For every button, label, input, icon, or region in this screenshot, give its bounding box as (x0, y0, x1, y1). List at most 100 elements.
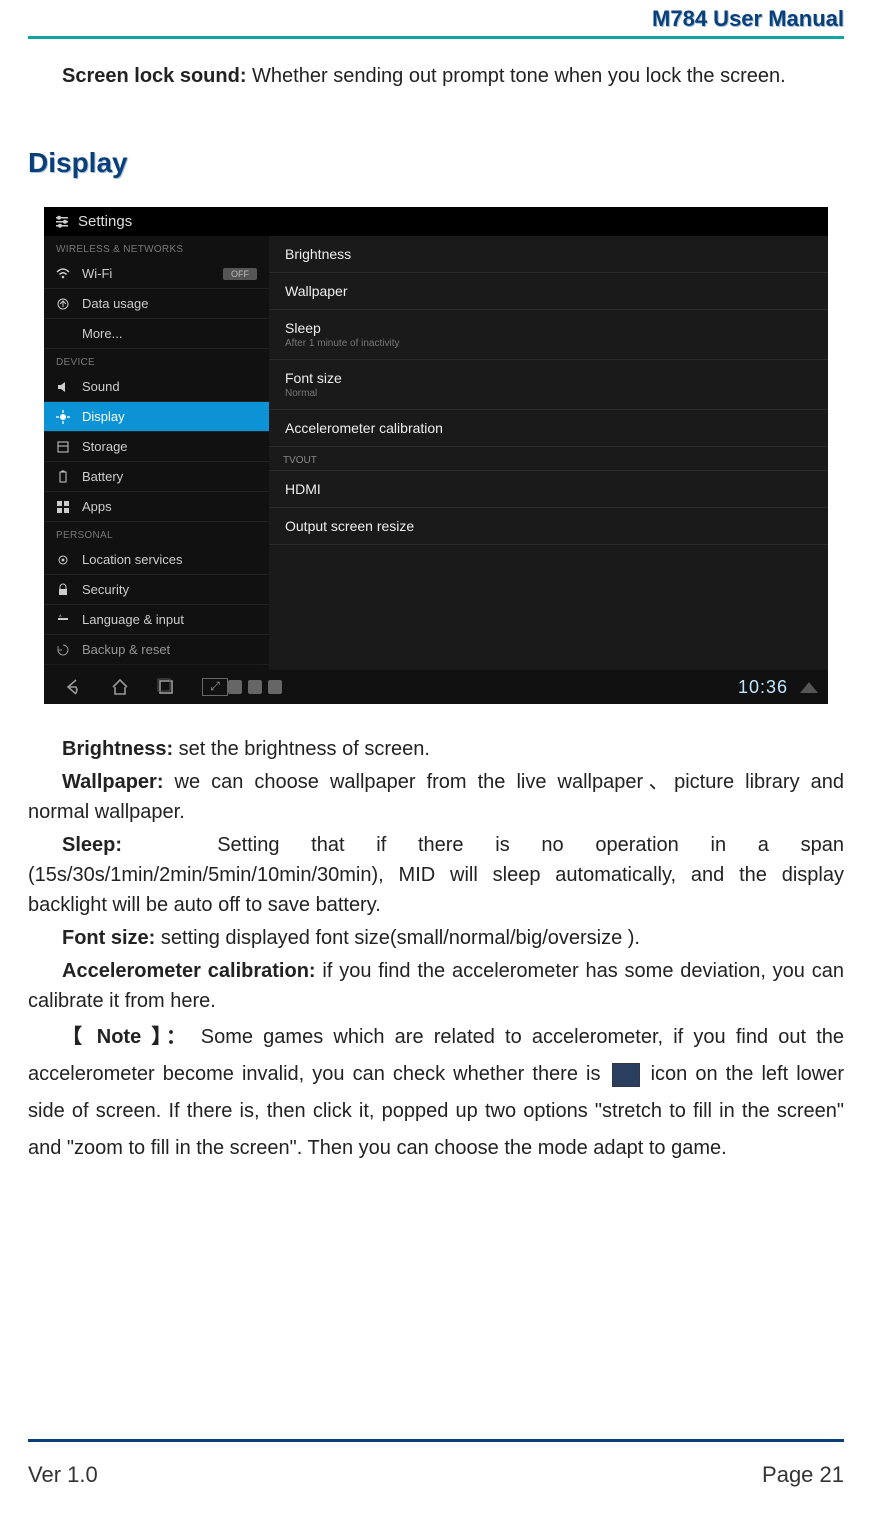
accel-l: Accelerometer calibration: (62, 960, 316, 982)
content-resize[interactable]: Output screen resize (269, 508, 828, 545)
sleep-title: Sleep (285, 320, 812, 336)
language-icon: A (56, 613, 72, 627)
backup-label: Backup & reset (82, 642, 170, 657)
more-label: More... (82, 326, 122, 341)
para-accel: Accelerometer calibration: if you find t… (28, 956, 844, 1016)
accel-title: Accelerometer calibration (285, 420, 812, 436)
lock-icon (56, 583, 72, 597)
language-label: Language & input (82, 612, 184, 627)
wifi-icon (56, 267, 72, 281)
section-wireless: WIRELESS & NETWORKS (44, 236, 269, 259)
storage-label: Storage (82, 439, 128, 454)
data-icon (56, 297, 72, 311)
sidebar-item-wifi[interactable]: Wi-Fi OFF (44, 259, 269, 289)
sleep-sub: After 1 minute of inactivity (285, 338, 812, 349)
content-brightness[interactable]: Brightness (269, 236, 828, 273)
display-heading: Display (28, 147, 844, 179)
data-usage-label: Data usage (82, 296, 149, 311)
screen-lock-text: Whether sending out prompt tone when you… (247, 65, 786, 87)
location-label: Location services (82, 552, 182, 567)
wifi-label: Wi-Fi (82, 266, 112, 281)
para-font: Font size: setting displayed font size(s… (28, 923, 844, 953)
page-footer: Ver 1.0 Page 21 (28, 1462, 844, 1488)
display-label: Display (82, 409, 125, 424)
sidebar-item-language[interactable]: A Language & input (44, 605, 269, 635)
para-brightness: Brightness: set the brightness of screen… (28, 734, 844, 764)
wifi-toggle[interactable]: OFF (223, 268, 257, 280)
home-icon[interactable] (110, 678, 130, 696)
resize-title: Output screen resize (285, 518, 812, 534)
recent-icon[interactable] (156, 678, 176, 696)
signal-icon (800, 682, 818, 693)
sound-label: Sound (82, 379, 120, 394)
display-icon (56, 410, 72, 424)
backup-icon (56, 643, 72, 657)
font-size-sub: Normal (285, 388, 812, 399)
app-title: Settings (78, 213, 132, 230)
settings-sidebar: WIRELESS & NETWORKS Wi-Fi OFF Data usage… (44, 236, 269, 670)
content-accel[interactable]: Accelerometer calibration (269, 410, 828, 447)
section-device: DEVICE (44, 349, 269, 372)
app-bar: Settings (44, 207, 828, 236)
storage-icon (56, 440, 72, 454)
back-icon[interactable] (64, 678, 84, 696)
status-icon-3 (268, 680, 282, 694)
sidebar-item-apps[interactable]: Apps (44, 492, 269, 522)
sidebar-item-display[interactable]: Display (44, 402, 269, 432)
system-bar: ⤢ 10:36 (44, 670, 828, 704)
security-label: Security (82, 582, 129, 597)
hdmi-title: HDMI (285, 481, 812, 497)
version-label: Ver 1.0 (28, 1462, 98, 1488)
sidebar-item-battery[interactable]: Battery (44, 462, 269, 492)
screen-lock-label: Screen lock sound: (62, 65, 247, 87)
settings-content: Brightness Wallpaper Sleep After 1 minut… (269, 236, 828, 670)
sidebar-item-backup[interactable]: Backup & reset (44, 635, 269, 665)
location-icon (56, 553, 72, 567)
font-t: setting displayed font size(small/normal… (155, 927, 640, 949)
para-sleep: Sleep: Setting that if there is no opera… (28, 830, 844, 920)
para-wallpaper: Wallpaper: we can choose wallpaper from … (28, 767, 844, 827)
battery-icon (56, 470, 72, 484)
font-size-title: Font size (285, 370, 812, 386)
battery-label: Battery (82, 469, 123, 484)
sidebar-item-location[interactable]: Location services (44, 545, 269, 575)
header-rule (28, 36, 844, 39)
sidebar-item-security[interactable]: Security (44, 575, 269, 605)
wallpaper-l: Wallpaper: (62, 771, 164, 793)
settings-screenshot: Settings WIRELESS & NETWORKS Wi-Fi OFF D… (44, 207, 828, 704)
sleep-l: Sleep: (62, 834, 122, 856)
status-icon-2 (248, 680, 262, 694)
content-wallpaper[interactable]: Wallpaper (269, 273, 828, 310)
content-tvout-section: TVOUT (269, 447, 828, 471)
sleep-t2: (15s/30s/1min/2min/5min/10min/30min), MI… (28, 864, 844, 916)
svg-text:A: A (59, 613, 62, 618)
page-number: Page 21 (762, 1462, 844, 1488)
footer-rule (28, 1439, 844, 1442)
sidebar-item-sound[interactable]: Sound (44, 372, 269, 402)
brightness-t: set the brightness of screen. (173, 738, 430, 760)
intro-paragraph: Screen lock sound: Whether sending out p… (28, 61, 844, 91)
content-font-size[interactable]: Font size Normal (269, 360, 828, 410)
sliders-icon (54, 214, 70, 230)
font-l: Font size: (62, 927, 155, 949)
brightness-l: Brightness: (62, 738, 173, 760)
para-note: 【 Note 】： Some games which are related t… (28, 1019, 844, 1167)
compat-mode-icon (612, 1063, 640, 1087)
sidebar-item-more[interactable]: More... (44, 319, 269, 349)
doc-header-title: M784 User Manual (28, 0, 844, 36)
section-personal: PERSONAL (44, 522, 269, 545)
sidebar-item-storage[interactable]: Storage (44, 432, 269, 462)
note-l: 【 Note 】： (62, 1026, 191, 1048)
content-sleep[interactable]: Sleep After 1 minute of inactivity (269, 310, 828, 360)
content-hdmi[interactable]: HDMI (269, 471, 828, 508)
screenshot-icon[interactable]: ⤢ (202, 678, 228, 696)
sound-icon (56, 380, 72, 394)
apps-icon (56, 500, 72, 514)
wallpaper-title: Wallpaper (285, 283, 812, 299)
status-icon-1 (228, 680, 242, 694)
brightness-title: Brightness (285, 246, 812, 262)
apps-label: Apps (82, 499, 112, 514)
clock: 10:36 (738, 677, 788, 698)
sleep-t1: Setting that if there is no operation in… (217, 834, 844, 856)
sidebar-item-data-usage[interactable]: Data usage (44, 289, 269, 319)
